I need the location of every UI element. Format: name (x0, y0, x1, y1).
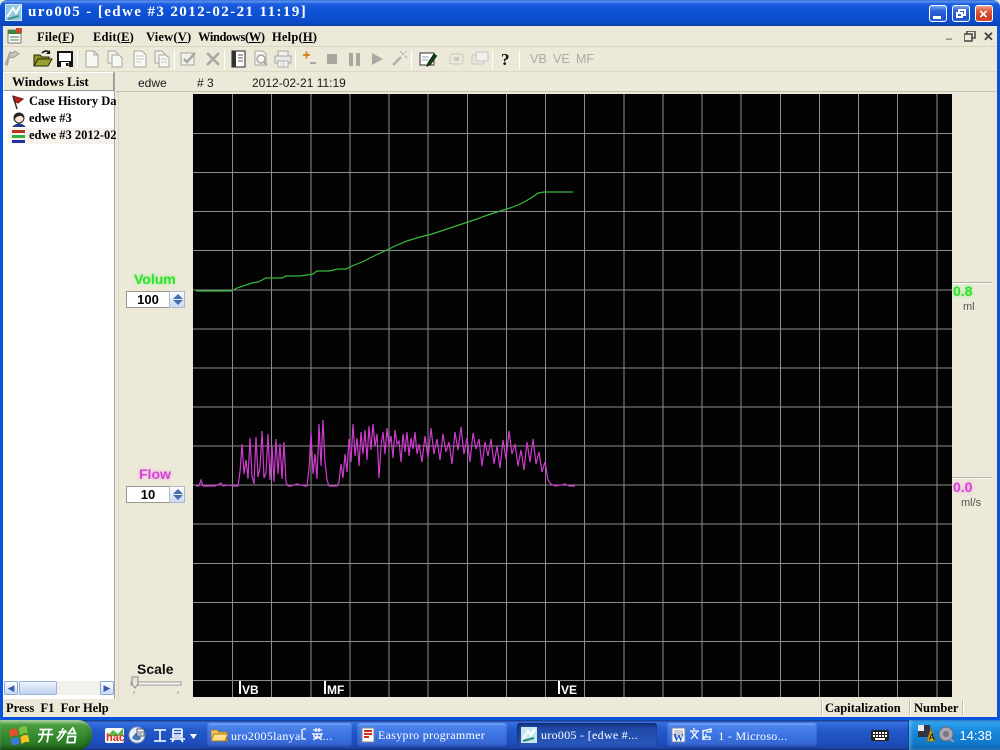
svg-text:hac: hac (106, 732, 124, 744)
svg-text:A: A (929, 732, 936, 742)
svg-text:W: W (673, 732, 684, 743)
svg-text:?: ? (501, 50, 510, 69)
